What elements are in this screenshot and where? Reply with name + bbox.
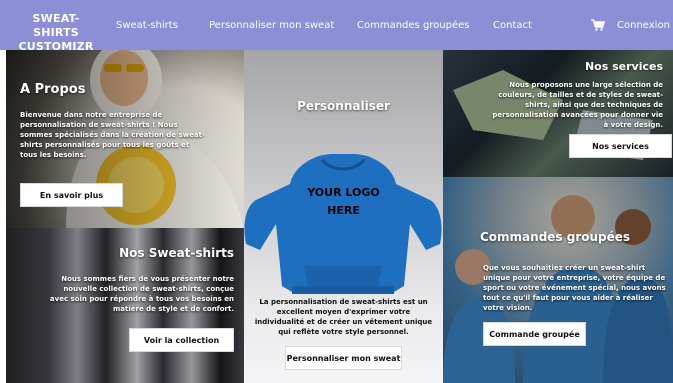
commandes-groupees-text: Que vous souhaitiez créer un sweat-shirt… bbox=[483, 264, 666, 312]
collection-text: Nous sommes fiers de vous présenter notr… bbox=[49, 275, 234, 313]
collection-title: Nos Sweat-shirts bbox=[119, 246, 234, 260]
commandes-groupees-panel: Commandes groupées Que vous souhaitiez c… bbox=[443, 177, 673, 383]
navbar: SWEAT-SHIRTS CUSTOMIZR Sweat-shirts Pers… bbox=[0, 0, 673, 53]
voir-la-collection-button[interactable]: Voir la collection bbox=[129, 328, 234, 352]
personnaliser-title: Personnaliser bbox=[297, 99, 390, 113]
logo-placeholder-line-2: HERE bbox=[327, 204, 360, 217]
services-title: Nos services bbox=[584, 60, 663, 73]
personnaliser-panel: Personnaliser YOUR LOGO HERE La personna… bbox=[244, 50, 443, 383]
nav-link-sweat-shirts[interactable]: Sweat-shirts bbox=[116, 20, 178, 31]
nav-link-commandes-groupees[interactable]: Commandes groupées bbox=[357, 20, 470, 31]
en-savoir-plus-button[interactable]: En savoir plus bbox=[20, 183, 123, 207]
services-text: Nous proposons une large sélection de co… bbox=[492, 81, 663, 129]
services-panel: Nos services Nous proposons une large sé… bbox=[443, 50, 673, 177]
personnaliser-mon-sweat-button[interactable]: Personnaliser mon sweat bbox=[285, 346, 402, 370]
apropos-panel: A Propos Bienvenue dans notre entreprise… bbox=[6, 50, 244, 228]
brand-line-1: SWEAT-SHIRTS bbox=[32, 12, 80, 39]
nav-link-personnaliser[interactable]: Personnaliser mon sweat bbox=[209, 20, 334, 31]
cart-icon[interactable] bbox=[591, 19, 605, 31]
login-link[interactable]: Connexion bbox=[617, 20, 670, 31]
collection-panel: Nos Sweat-shirts Nous sommes fiers de vo… bbox=[6, 228, 244, 383]
brand-logo[interactable]: SWEAT-SHIRTS CUSTOMIZR bbox=[11, 12, 101, 54]
nav-link-contact[interactable]: Contact bbox=[493, 20, 532, 31]
personnaliser-text: La personnalisation de sweat-shirts est … bbox=[254, 298, 433, 336]
logo-placeholder-line-1: YOUR LOGO bbox=[307, 186, 380, 199]
nos-services-button[interactable]: Nos services bbox=[569, 134, 672, 158]
apropos-title: A Propos bbox=[20, 82, 86, 97]
commandes-groupees-title: Commandes groupées bbox=[480, 230, 631, 244]
commande-groupee-button[interactable]: Commande groupée bbox=[483, 322, 586, 346]
apropos-text: Bienvenue dans notre entreprise de perso… bbox=[20, 111, 205, 159]
